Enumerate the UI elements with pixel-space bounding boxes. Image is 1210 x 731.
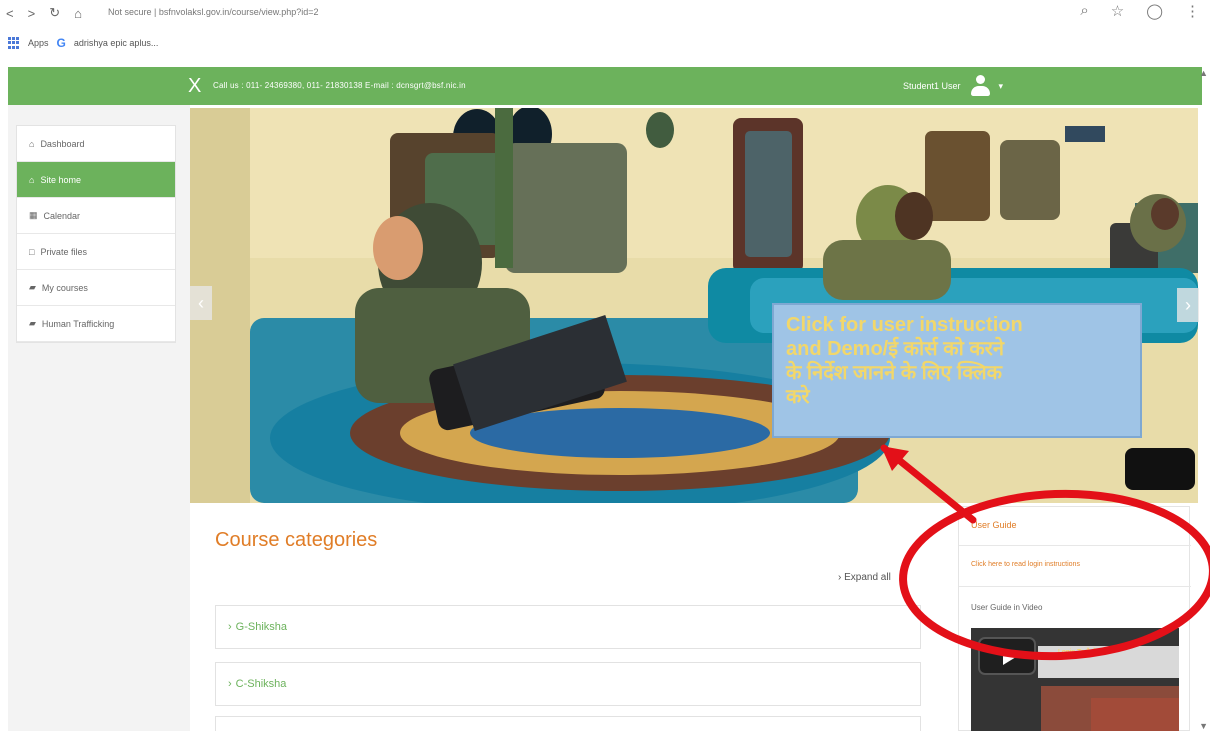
- scroll-down-icon[interactable]: ▼: [1199, 721, 1208, 731]
- scroll-up-icon[interactable]: ▲: [1199, 68, 1208, 78]
- annotation-overlay: [880, 444, 1210, 661]
